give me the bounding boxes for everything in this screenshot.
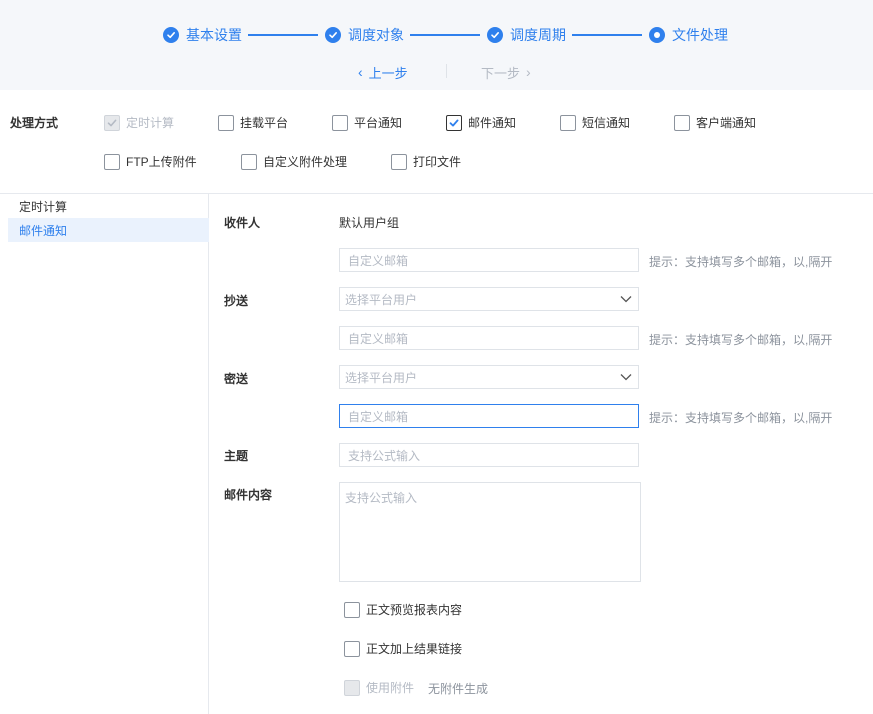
- attachment-note: 无附件生成: [428, 682, 489, 696]
- step-label: 调度周期: [510, 27, 566, 43]
- method-checkbox-client-notice[interactable]: 客户端通知: [674, 114, 756, 131]
- checkbox-box: [344, 679, 360, 696]
- step-label: 基本设置: [186, 27, 242, 43]
- sidebar-item-scheduled-calc[interactable]: 定时计算: [8, 194, 209, 218]
- chevron-down-icon: [620, 373, 632, 381]
- bcc-hint: 提示：支持填写多个邮箱，以,隔开: [649, 411, 833, 425]
- checkbox-label: 定时计算: [126, 116, 175, 130]
- prev-step-label: 上一步: [368, 65, 408, 81]
- bcc-user-select[interactable]: 选择平台用户: [339, 365, 639, 389]
- input-placeholder: 自定义邮箱: [348, 331, 409, 346]
- recipient-custom-email-input[interactable]: 自定义邮箱: [339, 248, 639, 272]
- check-circle-icon: [163, 27, 179, 43]
- checkbox-box: [446, 114, 462, 131]
- recipient-hint: 提示：支持填写多个邮箱，以,隔开: [649, 255, 833, 269]
- input-placeholder: 支持公式输入: [348, 448, 421, 463]
- cc-custom-email-input[interactable]: 自定义邮箱: [339, 326, 639, 350]
- checkbox-label: 打印文件: [413, 155, 462, 169]
- input-placeholder: 自定义邮箱: [348, 409, 409, 424]
- method-checkbox-sms-notice[interactable]: 短信通知: [560, 114, 630, 131]
- check-circle-icon: [487, 27, 503, 43]
- option-preview-report-checkbox[interactable]: 正文预览报表内容: [344, 601, 462, 618]
- recipient-label: 收件人: [224, 216, 261, 230]
- step-schedule-period[interactable]: 调度周期: [487, 26, 566, 44]
- checkbox-box: [344, 601, 360, 618]
- checkbox-box: [104, 114, 120, 131]
- textarea-placeholder: 支持公式输入: [345, 491, 418, 505]
- checkbox-label: 使用附件: [366, 681, 415, 695]
- check-circle-icon: [325, 27, 341, 43]
- checkbox-box: [332, 114, 348, 131]
- checkbox-box: [344, 640, 360, 657]
- step-file-processing[interactable]: 文件处理: [649, 26, 728, 44]
- step-connector: [248, 34, 318, 36]
- subject-input[interactable]: 支持公式输入: [339, 443, 639, 467]
- stepper-bar: 基本设置 调度对象 调度周期 文件处理 ‹ 上一步 下一步 ›: [0, 0, 873, 90]
- step-basic-settings[interactable]: 基本设置: [163, 26, 242, 44]
- cc-hint: 提示：支持填写多个邮箱，以,隔开: [649, 333, 833, 347]
- recipient-default-group: 默认用户组: [339, 216, 400, 230]
- current-step-icon: [649, 27, 665, 43]
- checkbox-label: 短信通知: [582, 116, 631, 130]
- cc-user-select[interactable]: 选择平台用户: [339, 287, 639, 311]
- checkbox-label: 邮件通知: [468, 116, 517, 130]
- checkbox-label: 挂载平台: [240, 116, 289, 130]
- checkbox-box: [560, 114, 576, 131]
- option-result-link-checkbox[interactable]: 正文加上结果链接: [344, 640, 462, 657]
- steps: 基本设置 调度对象 调度周期 文件处理: [0, 20, 873, 50]
- cc-label: 抄送: [224, 294, 249, 308]
- subject-label: 主题: [224, 449, 249, 463]
- checkbox-box: [241, 153, 257, 170]
- step-connector: [410, 34, 480, 36]
- step-label: 文件处理: [672, 27, 728, 43]
- chevron-down-icon: [620, 295, 632, 303]
- method-checkbox-mount-platform[interactable]: 挂载平台: [218, 114, 288, 131]
- method-checkbox-ftp-upload[interactable]: FTP上传附件: [104, 153, 197, 170]
- prev-step-button[interactable]: ‹ 上一步: [352, 62, 408, 82]
- checkbox-box: [674, 114, 690, 131]
- checkbox-box: [104, 153, 120, 170]
- step-label: 调度对象: [348, 27, 404, 43]
- content-label: 邮件内容: [224, 488, 273, 502]
- step-schedule-object[interactable]: 调度对象: [325, 26, 404, 44]
- select-placeholder: 选择平台用户: [345, 292, 418, 307]
- method-sidebar: 定时计算 邮件通知: [8, 194, 209, 714]
- checkbox-label: 自定义附件处理: [263, 155, 348, 169]
- input-placeholder: 自定义邮箱: [348, 253, 409, 268]
- option-use-attachment-checkbox[interactable]: 使用附件: [344, 679, 414, 696]
- method-checkbox-email-notice[interactable]: 邮件通知: [446, 114, 516, 131]
- sidebar-item-email-notice[interactable]: 邮件通知: [8, 218, 209, 242]
- method-checkbox-custom-attachment[interactable]: 自定义附件处理: [241, 153, 347, 170]
- method-checkbox-scheduled-calc[interactable]: 定时计算: [104, 114, 174, 131]
- bcc-custom-email-input[interactable]: 自定义邮箱: [339, 404, 639, 428]
- method-checkbox-platform-notice[interactable]: 平台通知: [332, 114, 402, 131]
- nav-divider: [446, 64, 447, 78]
- content-textarea[interactable]: 支持公式输入: [339, 482, 641, 582]
- next-step-label: 下一步: [481, 65, 521, 81]
- chevron-right-icon: ›: [526, 64, 531, 80]
- checkbox-label: 正文预览报表内容: [366, 603, 463, 617]
- checkbox-label: 客户端通知: [696, 116, 757, 130]
- checkbox-label: 正文加上结果链接: [366, 642, 463, 656]
- checkbox-box: [391, 153, 407, 170]
- next-step-button[interactable]: 下一步 ›: [481, 62, 537, 82]
- checkbox-label: 平台通知: [354, 116, 403, 130]
- checkbox-label: FTP上传附件: [126, 155, 197, 169]
- bcc-label: 密送: [224, 372, 249, 386]
- method-title: 处理方式: [10, 116, 59, 130]
- step-connector: [572, 34, 642, 36]
- method-checkbox-print-file[interactable]: 打印文件: [391, 153, 461, 170]
- chevron-left-icon: ‹: [358, 64, 363, 80]
- checkbox-box: [218, 114, 234, 131]
- select-placeholder: 选择平台用户: [345, 370, 418, 385]
